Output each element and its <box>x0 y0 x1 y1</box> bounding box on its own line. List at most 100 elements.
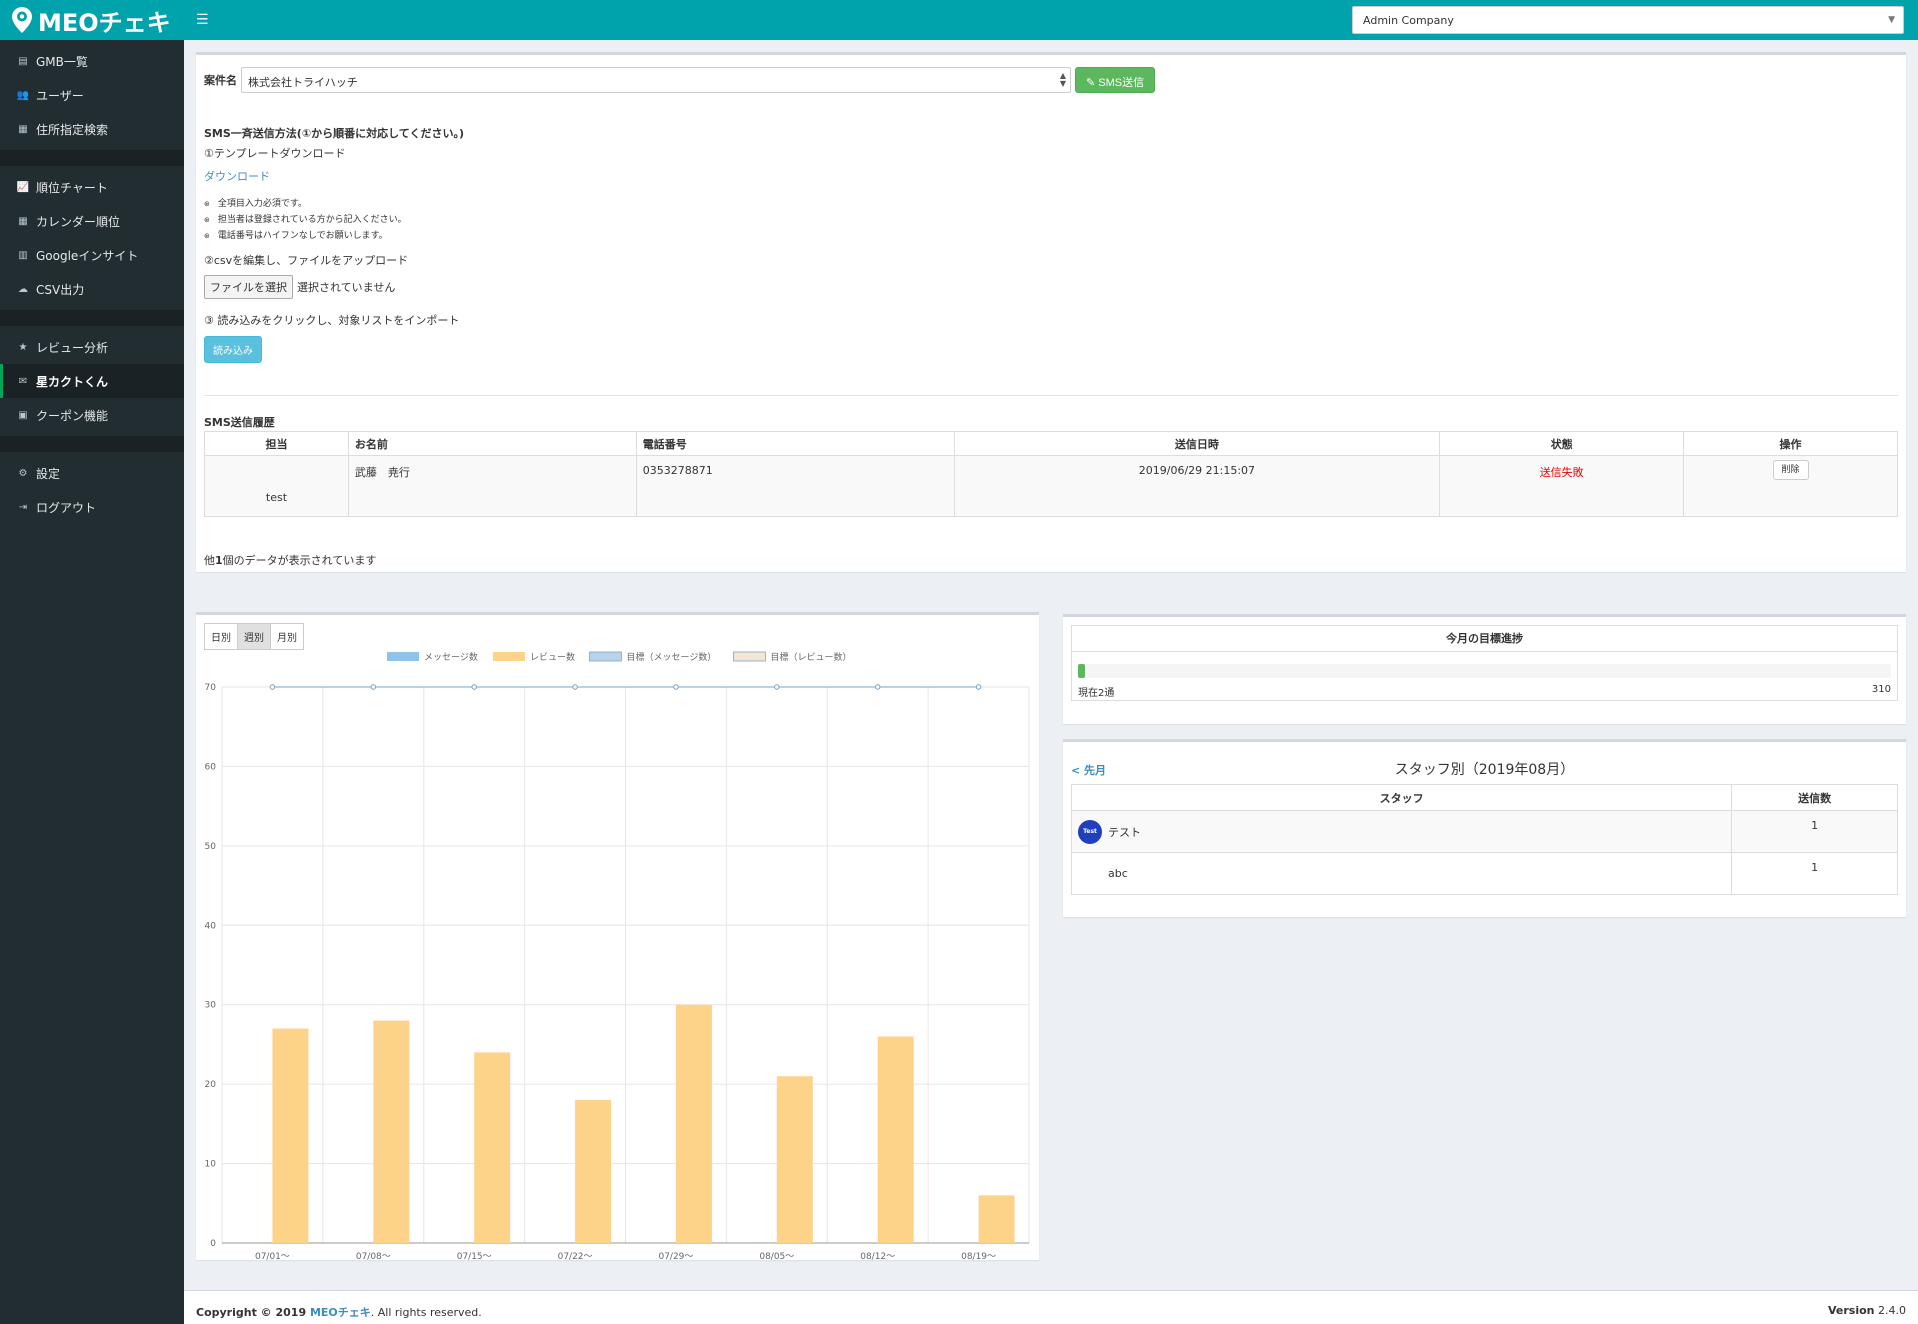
tab-monthly[interactable]: 月別 <box>270 623 304 650</box>
column-header: 状態 <box>1439 431 1685 456</box>
x-tick-label: 07/29～ <box>658 1252 693 1261</box>
sidebar-item-label: GMB一覧 <box>36 54 88 69</box>
sidebar-item[interactable]: ▣ クーポン機能 <box>0 398 184 432</box>
sidebar-item-label: CSV出力 <box>36 282 85 297</box>
gift-icon: ▣ <box>18 409 28 421</box>
cell-send-count: 1 <box>1731 810 1898 853</box>
sidebar-menu: ▤ GMB一覧 👥 ユーザー ▦ 住所指定検索 📈 順位チャート ▦ カレンダー順位 ▥ Google… <box>0 40 184 528</box>
goal-point <box>874 684 881 690</box>
sidebar-item-label: カレンダー順位 <box>36 214 121 229</box>
sidebar-item[interactable]: ▤ GMB一覧 <box>0 44 184 78</box>
database-icon: ▤ <box>18 55 28 67</box>
brand-link[interactable]: MEOチェキ <box>310 1306 371 1319</box>
cell-name: 武藤 尭行 <box>347 455 637 517</box>
version-number: 2.4.0 <box>1878 1304 1906 1317</box>
goal-point <box>370 684 377 690</box>
staff-name: テスト <box>1108 825 1141 839</box>
sidebar: MEOチェキ ▤ GMB一覧 👥 ユーザー ▦ 住所指定検索 📈 順位チャート ▦ カレンダー順位… <box>0 0 184 1324</box>
sidebar-item[interactable]: 👥 ユーザー <box>0 78 184 112</box>
sidebar-item[interactable]: ⇥ ログアウト <box>0 490 184 524</box>
y-tick-label: 10 <box>205 1160 217 1170</box>
case-row: 案件名 株式会社トライハッチ ▲ ▼ ✎ SMS送信 <box>204 67 1156 93</box>
sms-send-label: SMS送信 <box>1098 77 1145 89</box>
cell-status: 送信失敗 <box>1439 455 1685 517</box>
menu-group: 📈 順位チャート ▦ カレンダー順位 ▥ Googleインサイト ☁ CSV出力 <box>0 166 184 310</box>
sidebar-item-label: 設定 <box>36 466 61 481</box>
sign-out-icon: ⇥ <box>18 501 28 513</box>
count-value: 1 <box>215 554 223 567</box>
sidebar-item[interactable]: ▦ カレンダー順位 <box>0 204 184 238</box>
sidebar-item[interactable]: ☁ CSV出力 <box>0 272 184 306</box>
cell-staff-name: abc <box>1070 852 1733 895</box>
company-select[interactable]: Admin Company ▼ <box>1352 6 1904 34</box>
bar-chart-icon: ▥ <box>18 249 28 261</box>
case-select[interactable]: 株式会社トライハッチ ▲ ▼ <box>241 67 1071 93</box>
updown-icon: ▲ ▼ <box>1059 71 1066 88</box>
bar <box>373 1020 410 1243</box>
star-icon: ★ <box>18 341 28 353</box>
staff-name: abc <box>1108 867 1128 880</box>
column-header: スタッフ <box>1070 784 1733 811</box>
file-choose-button[interactable]: ファイルを選択 <box>204 275 293 299</box>
legend-swatch <box>493 652 525 661</box>
column-header: 操作 <box>1683 431 1898 456</box>
history-table: 担当 お名前 電話番号 送信日時 状態 操作 test 武藤 尭行 035327… <box>204 431 1898 517</box>
goal-point <box>673 684 679 690</box>
column-header: お名前 <box>347 431 637 456</box>
load-button[interactable]: 読み込み <box>204 336 262 363</box>
cell-phone: 0353278871 <box>635 455 955 517</box>
legend-label: 目標（レビュー数） <box>771 651 852 663</box>
cell-sent-at: 2019/06/29 21:15:07 <box>953 455 1441 517</box>
sidebar-item[interactable]: ▦ 住所指定検索 <box>0 112 184 146</box>
legend-label: 目標（メッセージ数） <box>627 651 717 663</box>
cell-send-count: 1 <box>1731 852 1898 895</box>
goal-title: 今月の目標進捗 <box>1072 626 1897 652</box>
delete-button[interactable]: 削除 <box>1772 460 1809 480</box>
version: Version 2.4.0 <box>1828 1304 1906 1317</box>
map-icon: ▦ <box>18 123 28 135</box>
calendar-icon: ▦ <box>18 215 28 227</box>
map-pin-icon <box>12 7 32 33</box>
sidebar-item-label: ログアウト <box>36 500 97 515</box>
sidebar-item[interactable]: ✉ 星カクトくん <box>0 364 184 398</box>
copyright: Copyright © 2019 MEOチェキ. All rights rese… <box>196 1304 482 1320</box>
tab-daily[interactable]: 日別 <box>204 623 238 650</box>
sidebar-item[interactable]: 📈 順位チャート <box>0 170 184 204</box>
staff-panel: スタッフ別（2019年08月） < 先月 スタッフ 送信数 Test テスト 1… <box>1063 739 1906 917</box>
prev-month-link[interactable]: < 先月 <box>1071 762 1106 778</box>
hamburger-icon[interactable]: ☰ <box>196 12 209 28</box>
legend-label: メッセージ数 <box>424 651 478 663</box>
logo-text: MEOチェキ <box>38 8 171 37</box>
cell-action: 削除 <box>1683 455 1898 517</box>
sidebar-item[interactable]: ★ レビュー分析 <box>0 330 184 364</box>
sidebar-item[interactable]: ▥ Googleインサイト <box>0 238 184 272</box>
x-tick-label: 07/08～ <box>356 1252 391 1261</box>
users-icon: 👥 <box>16 89 30 101</box>
avatar-placeholder <box>1078 862 1102 886</box>
count-prefix: 他 <box>204 554 215 567</box>
cell-staff: test <box>204 455 349 517</box>
tab-weekly[interactable]: 週別 <box>237 623 271 650</box>
copyright-prefix: Copyright © 2019 <box>196 1306 310 1319</box>
sidebar-item[interactable]: ⚙ 設定 <box>0 456 184 490</box>
goal-point <box>774 684 780 690</box>
column-header: 電話番号 <box>635 431 955 456</box>
staff-header-row: スタッフ 送信数 <box>1070 784 1898 811</box>
download-link[interactable]: ダウンロード <box>204 170 270 183</box>
cell-staff-name: Test テスト <box>1070 810 1733 853</box>
step3-text: ③ 読み込みをクリックし、対象リストをインポート <box>204 314 460 327</box>
y-tick-label: 30 <box>205 1001 217 1011</box>
sidebar-item-label: クーポン機能 <box>36 408 109 423</box>
note-item: 全項目入力必須です。 <box>204 196 1104 209</box>
goal-point <box>269 684 276 690</box>
app-logo[interactable]: MEOチェキ <box>0 0 184 40</box>
x-tick-label: 07/22～ <box>558 1252 593 1261</box>
avatar: Test <box>1078 819 1102 844</box>
weekly-chart: メッセージ数 レビュー数 目標（メッセージ数） 目標（レビュー数） 0 10 20 30 40 5… <box>205 651 1030 1261</box>
menu-separator <box>0 150 184 166</box>
staff-title: スタッフ別（2019年08月） <box>1394 762 1575 778</box>
sms-send-button[interactable]: ✎ SMS送信 <box>1075 67 1156 93</box>
count-suffix: 個のデータが表示されています <box>222 554 377 567</box>
column-header: 担当 <box>204 431 349 456</box>
staff-table: スタッフ 送信数 Test テスト 1 abc 1 <box>1070 784 1898 895</box>
